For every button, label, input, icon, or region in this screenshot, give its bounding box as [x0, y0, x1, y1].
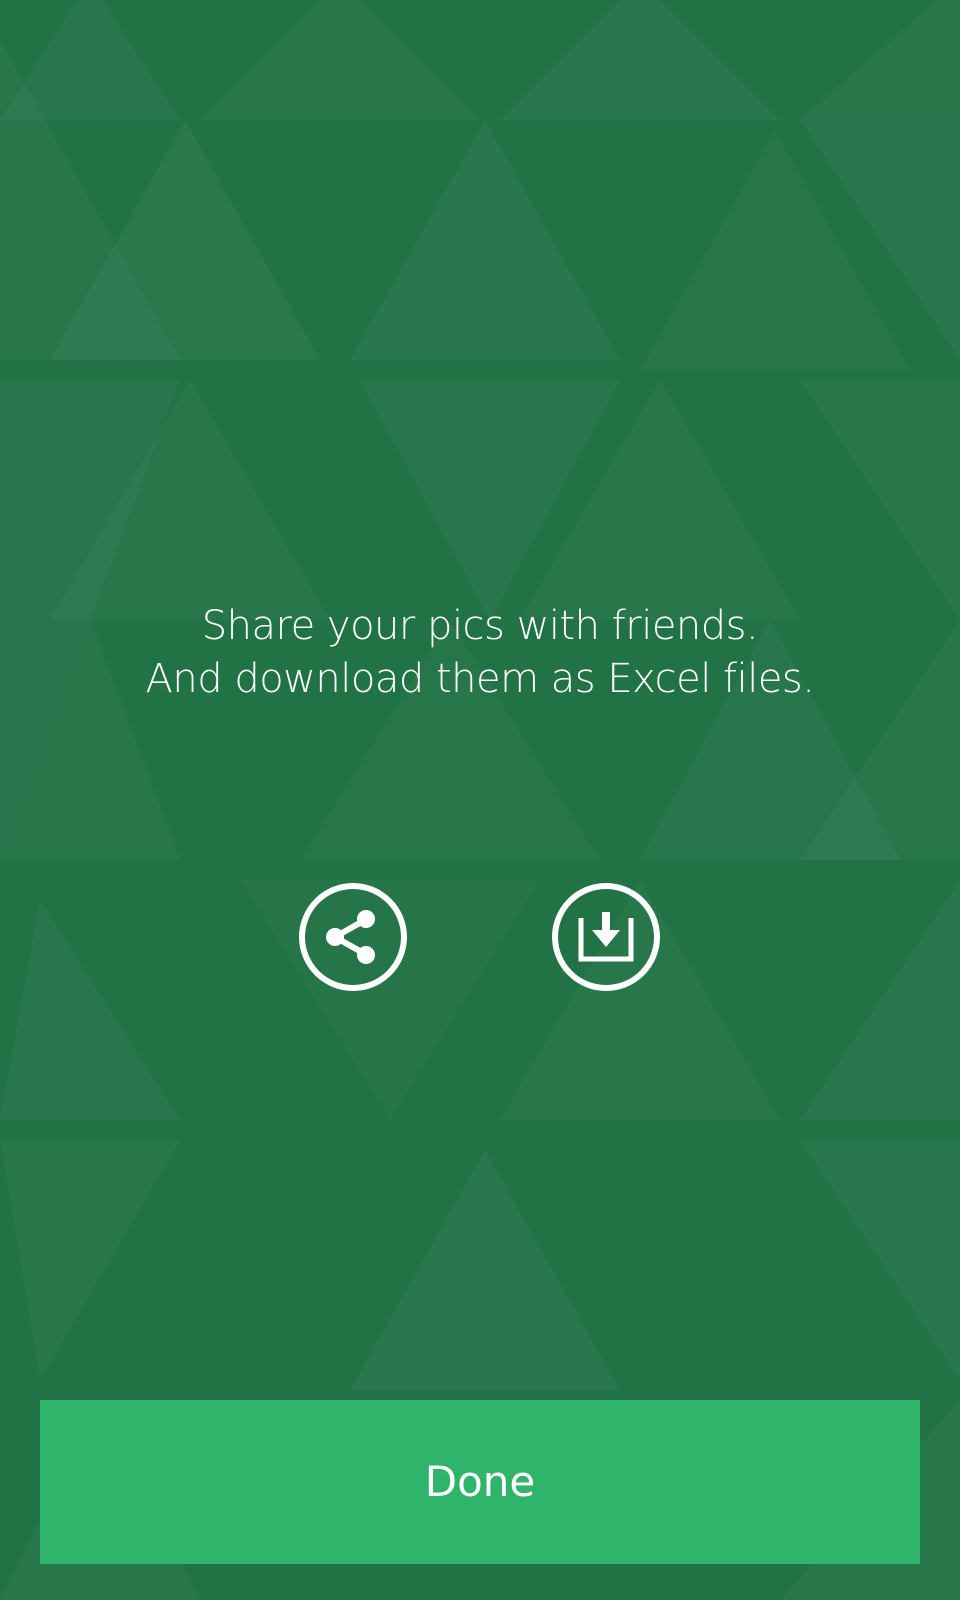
done-button[interactable]: Done — [40, 1400, 920, 1564]
share-button[interactable] — [298, 882, 408, 992]
share-icon — [299, 883, 407, 991]
intro-message: Share your pics with friends. And downlo… — [0, 600, 960, 706]
message-line-2: And download them as Excel files. — [145, 656, 816, 702]
background-triangle-pattern — [0, 0, 960, 1600]
download-button[interactable] — [551, 882, 661, 992]
download-icon — [552, 883, 660, 991]
message-line-1: Share your pics with friends. — [201, 603, 759, 649]
